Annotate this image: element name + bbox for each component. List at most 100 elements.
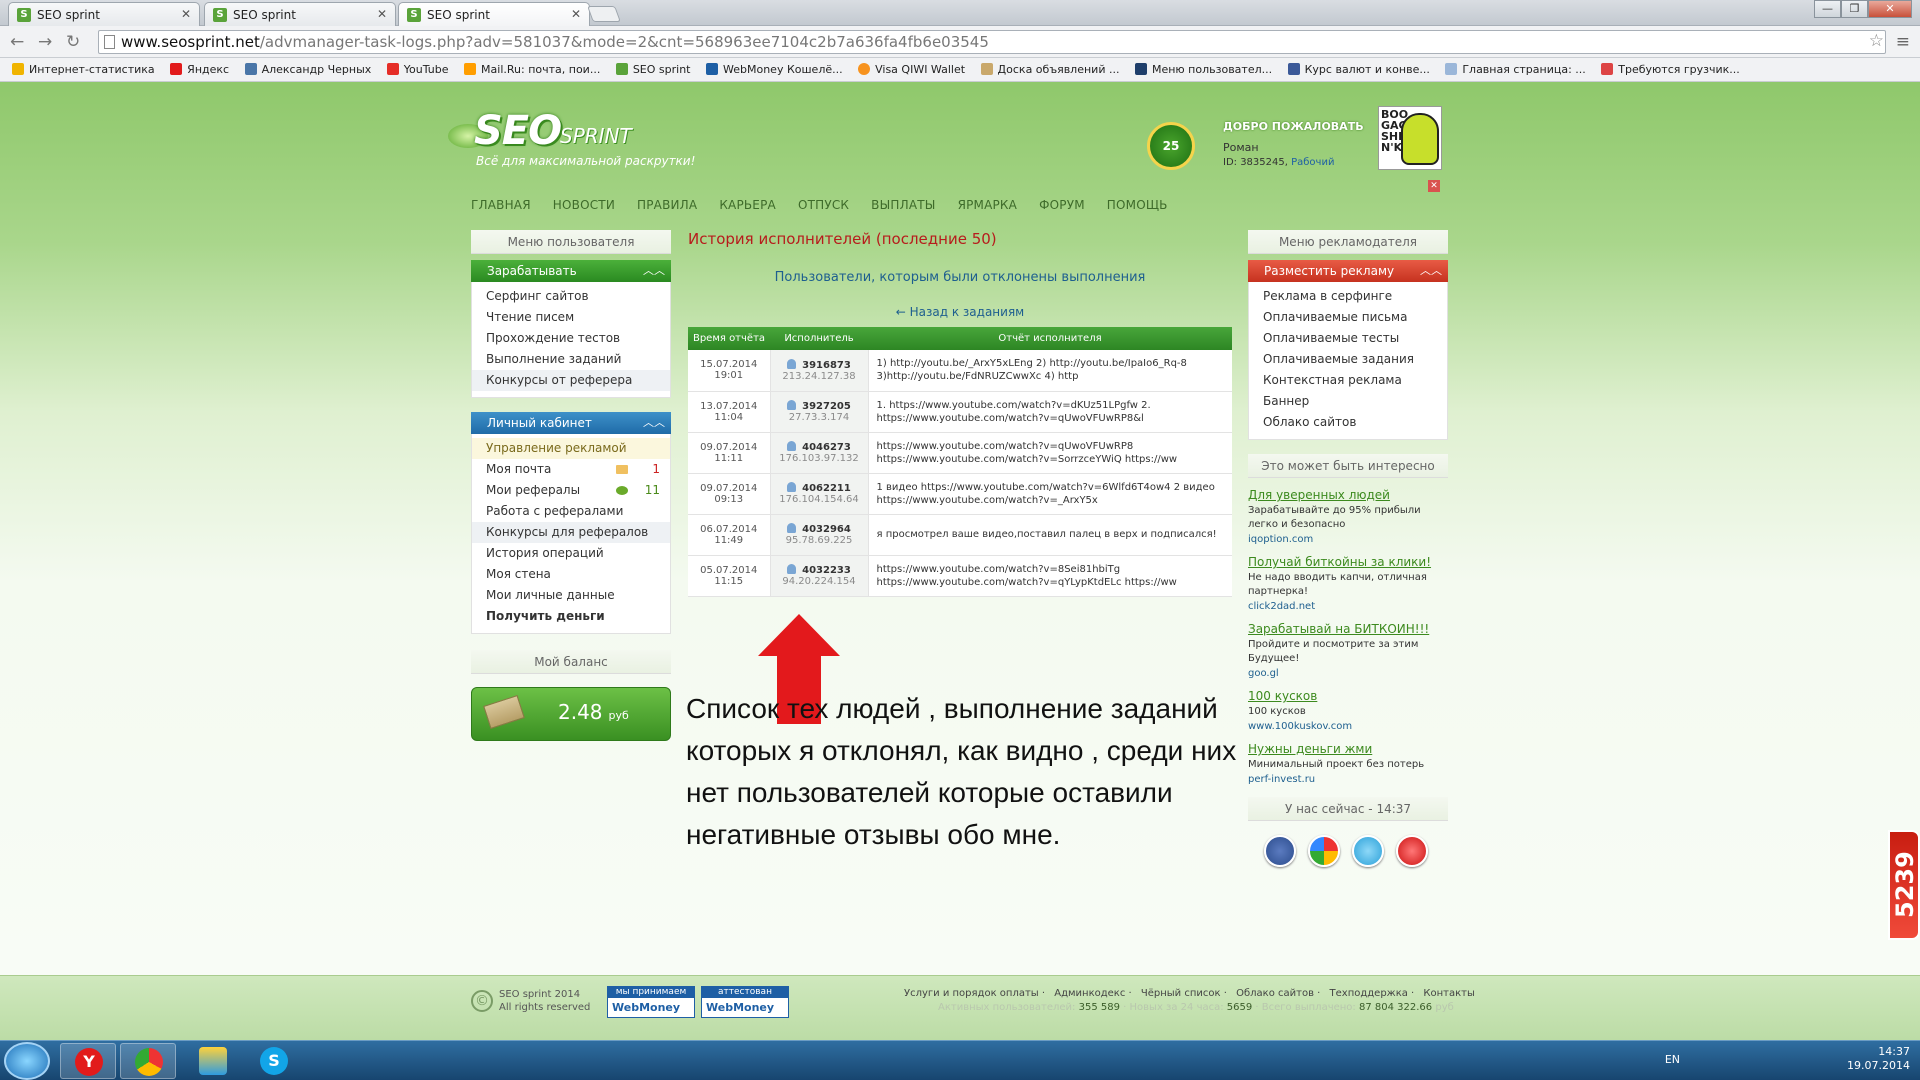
bookmark-item[interactable]: Требуются грузчик... (1601, 58, 1740, 81)
bookmark-item[interactable]: Главная страница: ... (1445, 58, 1586, 81)
tab-close-icon[interactable]: ✕ (571, 7, 581, 21)
menu-item-ads-manage[interactable]: Управление рекламой (472, 438, 670, 459)
forward-arrow-icon[interactable]: → (38, 32, 52, 52)
footer-link-support[interactable]: Техподдержка (1330, 988, 1408, 999)
nav-vacation[interactable]: ОТПУСК (798, 198, 849, 212)
windows-start-icon[interactable] (4, 1042, 50, 1080)
nav-help[interactable]: ПОМОЩЬ (1107, 198, 1168, 212)
twitter-icon[interactable] (1352, 835, 1384, 867)
site-logo[interactable]: SEO SPRINT Всё для максимальной раскрутк… (448, 104, 695, 174)
executor-id[interactable]: 3927205 (802, 401, 851, 412)
nav-payouts[interactable]: ВЫПЛАТЫ (871, 198, 935, 212)
menu-item-referrals[interactable]: Мои рефералы 11 (472, 480, 670, 501)
back-to-tasks-link[interactable]: ← Назад к заданиям (688, 305, 1232, 319)
bookmark-item[interactable]: SEO sprint (615, 58, 691, 81)
ad-host[interactable]: goo.gl (1248, 668, 1448, 679)
place-ad-bar[interactable]: Разместить рекламу ︿︿ (1248, 260, 1448, 282)
footer-link-blacklist[interactable]: Чёрный список (1141, 988, 1221, 999)
bookmark-star-icon[interactable]: ☆ (1869, 31, 1884, 51)
nav-home[interactable]: ГЛАВНАЯ (471, 198, 531, 212)
menu-item-personal[interactable]: Мои личные данные (472, 585, 670, 606)
webmoney-accept-badge[interactable]: мы принимаем WebMoney (607, 986, 695, 1018)
balance-box[interactable]: 2.48 руб (471, 687, 671, 741)
language-indicator[interactable]: EN (1665, 1053, 1680, 1066)
menu-item-contests[interactable]: Конкурсы от реферера (472, 370, 670, 391)
nav-rules[interactable]: ПРАВИЛА (637, 198, 697, 212)
nav-fair[interactable]: ЯРМАРКА (958, 198, 1018, 212)
menu-item-tests[interactable]: Прохождение тестов (472, 328, 670, 349)
footer-link-contacts[interactable]: Контакты (1423, 988, 1474, 999)
menu-item-history[interactable]: История операций (472, 543, 670, 564)
ad-host[interactable]: perf-invest.ru (1248, 774, 1448, 785)
executor-id[interactable]: 4032964 (802, 524, 851, 535)
bookmark-item[interactable]: Mail.Ru: почта, пои... (464, 58, 600, 81)
menu-item-withdraw[interactable]: Получить деньги (472, 606, 670, 627)
menu-item-ref-work[interactable]: Работа с рефералами (472, 501, 670, 522)
url-bar[interactable]: www.seosprint.net/advmanager-task-logs.p… (98, 30, 1886, 54)
bookmark-item[interactable]: Александр Черных (244, 58, 371, 81)
tab-close-icon[interactable]: ✕ (181, 7, 191, 21)
executor-id[interactable]: 4046273 (802, 442, 851, 453)
clock[interactable]: 14:37 19.07.2014 (1847, 1045, 1910, 1073)
adv-item-tasks[interactable]: Оплачиваемые задания (1249, 349, 1447, 370)
nav-news[interactable]: НОВОСТИ (553, 198, 615, 212)
ad-title-link[interactable]: Для уверенных людей (1248, 488, 1448, 502)
bookmark-item[interactable]: Курс валют и конве... (1287, 58, 1430, 81)
footer-link-services[interactable]: Услуги и порядок оплаты (904, 988, 1039, 999)
facebook-icon[interactable] (1264, 835, 1296, 867)
bookmark-item[interactable]: Интернет-статистика (12, 58, 155, 81)
menu-item-mail[interactable]: Моя почта 1 (472, 459, 670, 480)
menu-item-letters[interactable]: Чтение писем (472, 307, 670, 328)
avatar-close-icon[interactable]: ✕ (1428, 180, 1440, 192)
new-tab-button[interactable] (587, 6, 621, 22)
ad-host[interactable]: click2dad.net (1248, 601, 1448, 612)
bookmark-item[interactable]: Меню пользовател... (1134, 58, 1272, 81)
nav-career[interactable]: КАРЬЕРА (719, 198, 776, 212)
bookmark-item[interactable]: YouTube (386, 58, 449, 81)
earn-bar[interactable]: Зарабатывать ︿︿ (471, 260, 671, 282)
adv-item-surfing[interactable]: Реклама в серфинге (1249, 286, 1447, 307)
executor-id[interactable]: 4062211 (802, 483, 851, 494)
bookmark-item[interactable]: WebMoney Кошелё... (706, 58, 843, 81)
bookmark-item[interactable]: Visa QIWI Wallet (858, 58, 965, 81)
bookmark-item[interactable]: Яндекс (170, 58, 229, 81)
avatar[interactable]: BOO GAGA SHE N'KA (1378, 106, 1442, 170)
webmoney-attested-badge[interactable]: аттестован WebMoney (701, 986, 789, 1018)
taskbar-yandex[interactable]: Y (60, 1043, 116, 1079)
ad-title-link[interactable]: Зарабатывай на БИТКОИН!!! (1248, 622, 1448, 636)
ad-host[interactable]: iqoption.com (1248, 534, 1448, 545)
menu-item-surfing[interactable]: Серфинг сайтов (472, 286, 670, 307)
tab-seosprint-1[interactable]: S SEO sprint ✕ (8, 2, 200, 26)
ad-title-link[interactable]: 100 кусков (1248, 689, 1448, 703)
executor-id[interactable]: 3916873 (802, 360, 851, 371)
ad-title-link[interactable]: Нужны деньги жми (1248, 742, 1448, 756)
youtube-icon[interactable] (1396, 835, 1428, 867)
chevron-up-icon[interactable]: ︿︿ (1420, 260, 1442, 282)
chevron-up-icon[interactable]: ︿︿ (643, 412, 665, 434)
adv-item-tests[interactable]: Оплачиваемые тесты (1249, 328, 1447, 349)
maximize-icon[interactable]: ❐ (1841, 0, 1868, 18)
close-window-icon[interactable]: ✕ (1868, 0, 1912, 18)
minimize-icon[interactable]: — (1814, 0, 1841, 18)
back-arrow-icon[interactable]: ← (10, 32, 24, 52)
taskbar-chrome[interactable] (120, 1043, 176, 1079)
menu-item-tasks[interactable]: Выполнение заданий (472, 349, 670, 370)
side-counter-badge[interactable]: 5239 (1888, 830, 1920, 940)
taskbar-skype[interactable]: S (246, 1043, 302, 1079)
ad-title-link[interactable]: Получай биткойны за клики! (1248, 555, 1448, 569)
menu-item-ref-contests[interactable]: Конкурсы для рефералов (472, 522, 670, 543)
chevron-up-icon[interactable]: ︿︿ (643, 260, 665, 282)
adv-item-banner[interactable]: Баннер (1249, 391, 1447, 412)
adv-item-cloud[interactable]: Облако сайтов (1249, 412, 1447, 433)
menu-item-wall[interactable]: Моя стена (472, 564, 670, 585)
browser-menu-icon[interactable]: ≡ (1896, 32, 1910, 52)
google-icon[interactable] (1308, 835, 1340, 867)
adv-item-context[interactable]: Контекстная реклама (1249, 370, 1447, 391)
user-status-link[interactable]: Рабочий (1291, 157, 1334, 168)
tab-seosprint-2[interactable]: S SEO sprint ✕ (204, 2, 396, 26)
ad-host[interactable]: www.100kuskov.com (1248, 721, 1448, 732)
tab-seosprint-3[interactable]: S SEO sprint ✕ (398, 2, 590, 26)
footer-link-admincode[interactable]: Админкодекс (1054, 988, 1125, 999)
bookmark-item[interactable]: Доска объявлений ... (980, 58, 1119, 81)
cabinet-bar[interactable]: Личный кабинет ︿︿ (471, 412, 671, 434)
